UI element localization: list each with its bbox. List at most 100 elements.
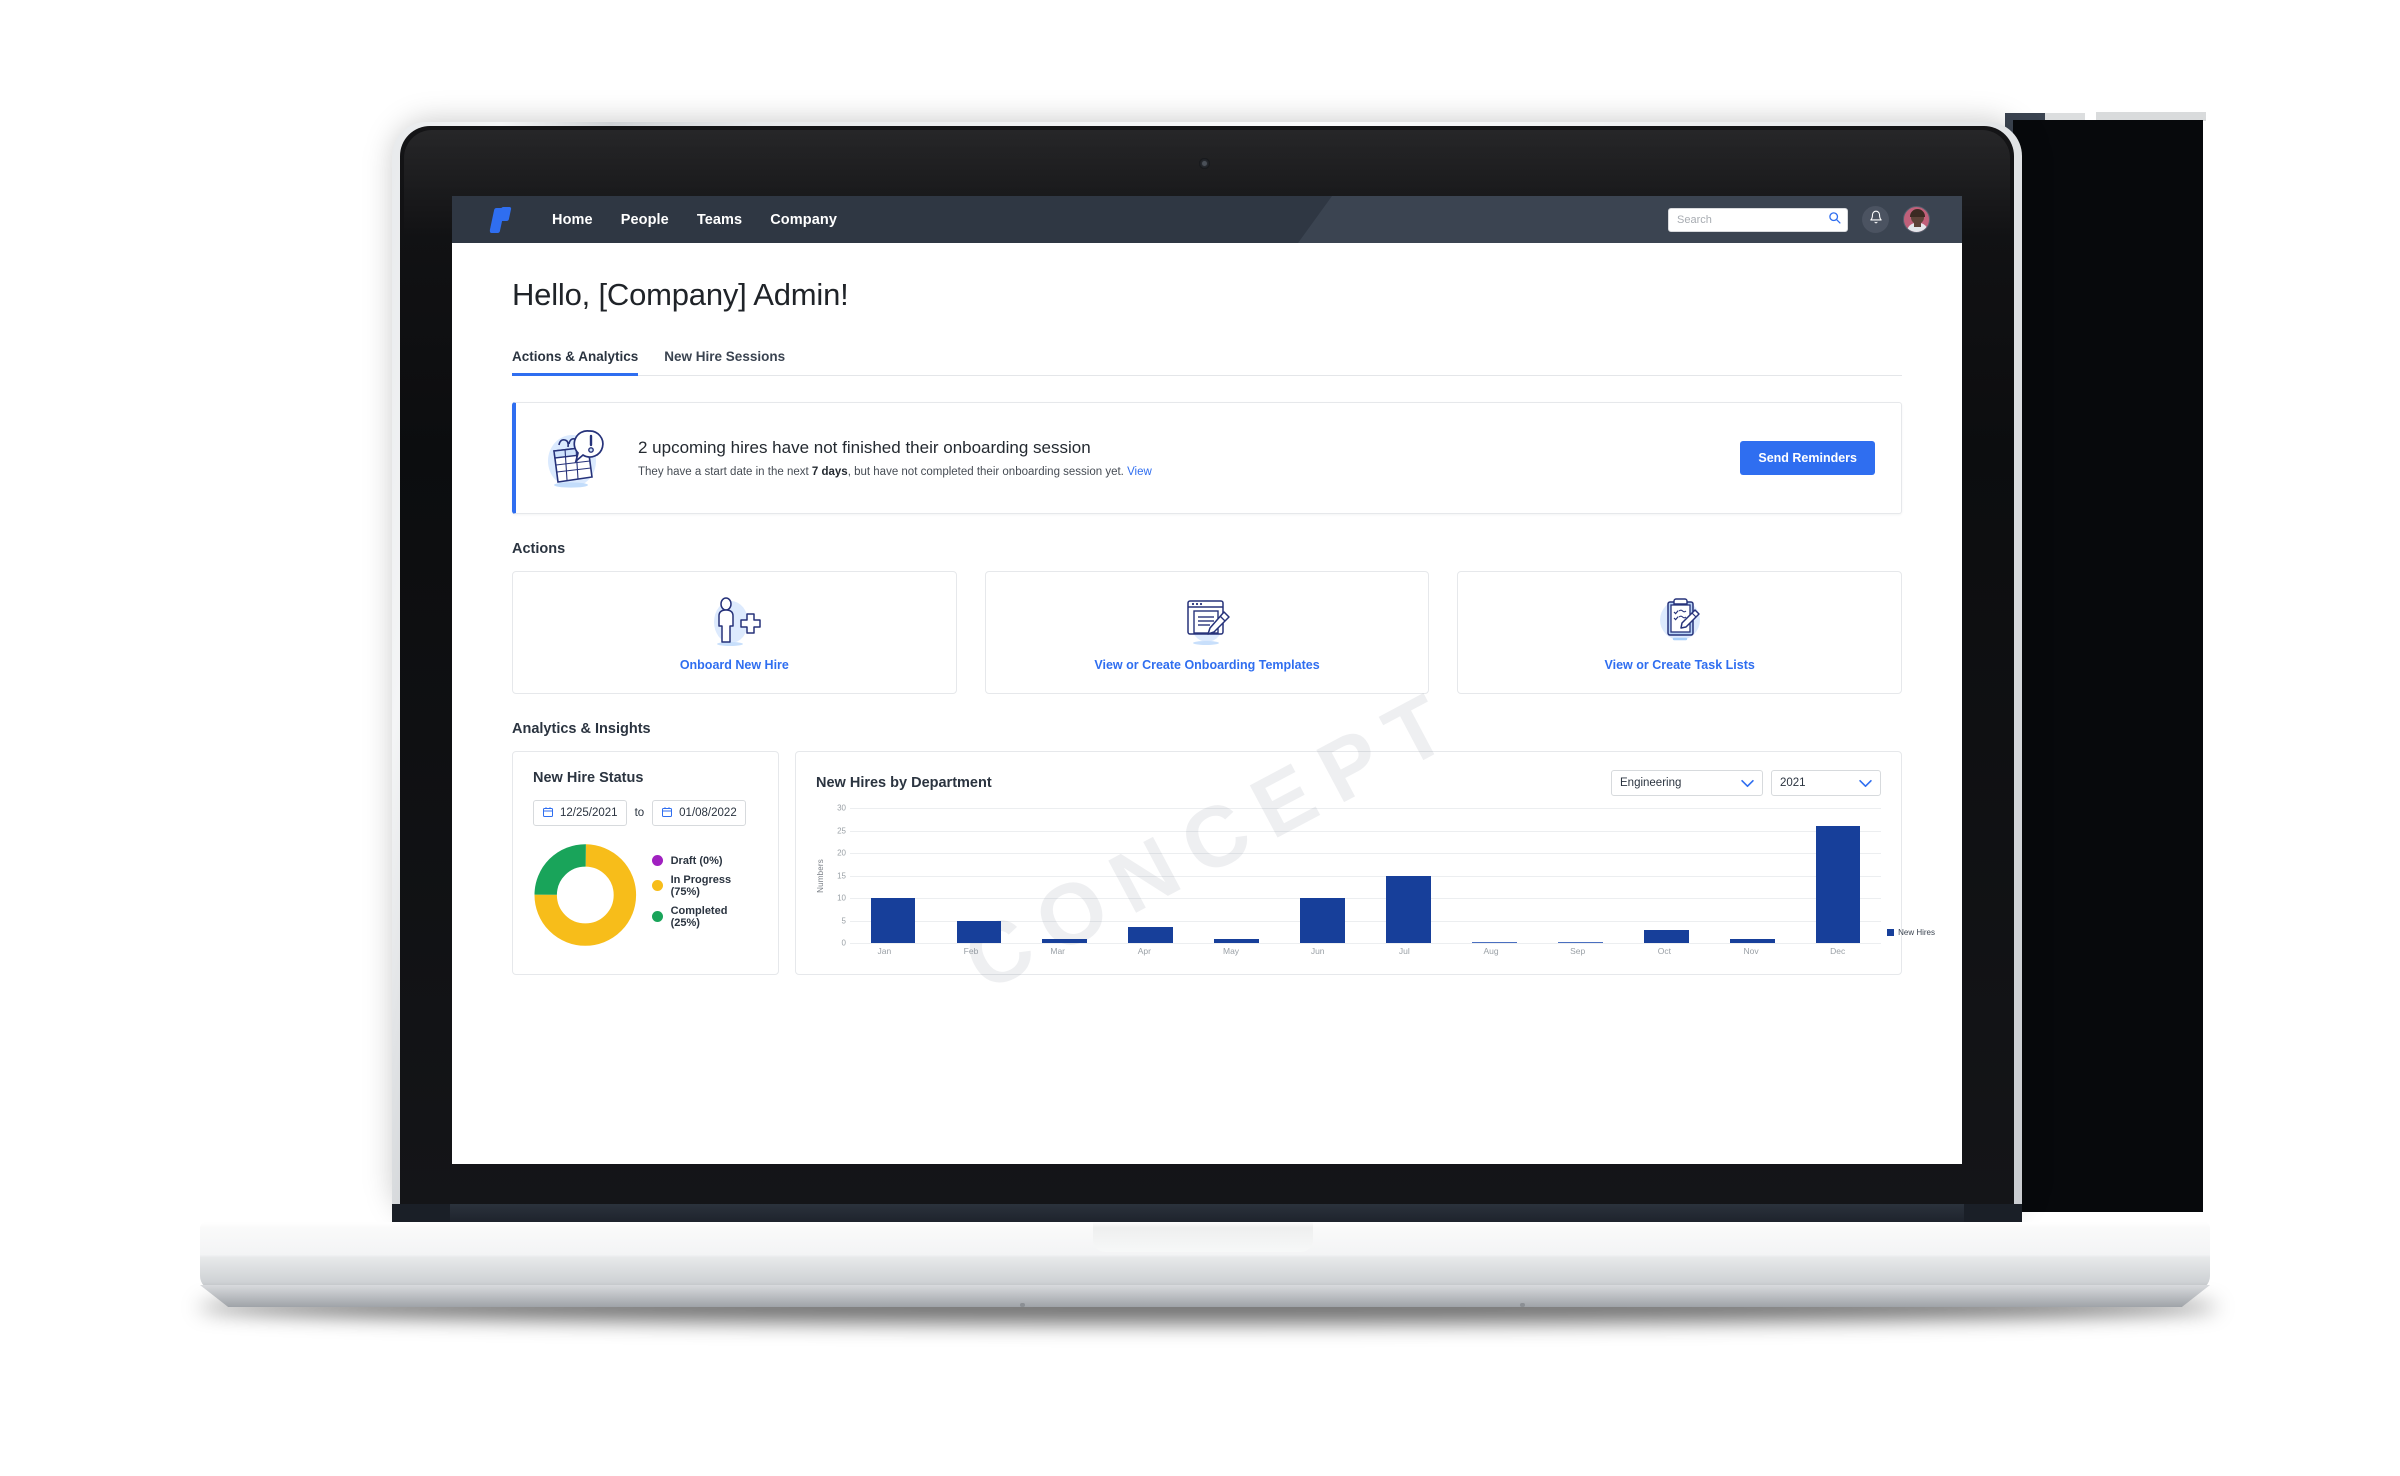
bar-slot (1194, 808, 1280, 943)
bell-icon (1869, 210, 1883, 229)
card-onboard-new-hire[interactable]: Onboard New Hire (512, 571, 957, 694)
card-label-task-lists: View or Create Task Lists (1604, 657, 1755, 672)
laptop-foot-left (1020, 1303, 1025, 1307)
banner-subtitle: They have a start date in the next 7 day… (638, 466, 1740, 478)
x-axis-label: Jun (1310, 946, 1325, 956)
bar-slot (1795, 808, 1881, 943)
bar-chart: Numbers 0 5 10 15 20 25 30 CONCEPT New Hires (816, 668, 1935, 1010)
gridline (850, 943, 1881, 944)
chevron-down-icon (1729, 779, 1754, 788)
chart-filters: Engineering 2021 (1611, 770, 1881, 796)
card-label-onboard-new-hire: Onboard New Hire (679, 657, 789, 672)
clipboard-pencil-illustration (1645, 594, 1715, 652)
date-to-field[interactable]: 01/08/2022 (652, 800, 746, 826)
x-axis-label: Apr (1137, 946, 1151, 956)
nav-link-teams[interactable]: Teams (683, 212, 756, 228)
banner-sub-after: , but have not completed their onboardin… (847, 466, 1128, 478)
tab-bar: Actions & Analytics New Hire Sessions (512, 349, 1902, 376)
bar (1386, 875, 1431, 943)
page-body: Hello, [Company] Admin! Actions & Analyt… (452, 243, 1962, 1010)
card-label-onboarding-templates: View or Create Onboarding Templates (1094, 657, 1320, 672)
legend-label-in-progress: In Progress (75%) (670, 873, 732, 898)
donut-chart-row: Draft (0%) In Progress (75%) Completed (… (533, 840, 758, 950)
x-axis-label: Feb (963, 946, 979, 956)
bar (1729, 938, 1775, 943)
nav-link-company[interactable]: Company (756, 212, 851, 228)
banner-view-link[interactable]: View (1127, 466, 1152, 478)
x-axis-label: Jul (1398, 946, 1410, 956)
legend-item-draft: Draft (0%) (651, 855, 758, 867)
nav-link-home[interactable]: Home (538, 212, 607, 228)
webcam-lens (1202, 161, 1207, 166)
date-from-value: 12/25/2021 (560, 807, 618, 819)
x-axis-label: Nov (1743, 946, 1759, 956)
legend-item-in-progress: In Progress (75%) (651, 873, 758, 898)
plot-area: CONCEPT New Hires (850, 668, 1935, 1010)
screenshot-stage: Home People Teams Company Search Hello, … (0, 0, 2400, 1476)
bar-slot (1537, 808, 1623, 943)
bar (1472, 941, 1517, 943)
tab-new-hire-sessions[interactable]: New Hire Sessions (664, 349, 785, 376)
x-axis-label: Sep (1570, 946, 1586, 956)
analytics-row: New Hire Status 12/25/2021 to 01/08/2022… (512, 668, 1935, 1010)
card-onboarding-templates[interactable]: View or Create Onboarding Templates (984, 571, 1430, 694)
y-axis-tick: 0 (841, 938, 846, 948)
date-from-field[interactable]: 12/25/2021 (533, 800, 627, 826)
banner-sub-before: They have a start date in the next (638, 466, 812, 478)
bar-slot (936, 808, 1022, 943)
laptop-base-highlight (200, 1222, 2210, 1228)
chart-header: New Hires by Department Engineering 2021 (816, 770, 1881, 796)
document-pencil-illustration (1172, 594, 1242, 652)
laptop-foot-right (1520, 1303, 1525, 1307)
notifications-button[interactable] (1862, 206, 1889, 233)
x-axis-label: May (1222, 946, 1240, 956)
panel-new-hire-status: New Hire Status 12/25/2021 to 01/08/2022… (512, 751, 779, 975)
legend-item-completed: Completed (25%) (651, 905, 758, 929)
bar (1214, 938, 1259, 943)
search-input[interactable] (1677, 213, 1828, 226)
card-task-lists[interactable]: View or Create Task Lists (1457, 571, 1903, 694)
calendar-icon (661, 806, 673, 821)
calendar-alert-illustration (540, 425, 622, 491)
year-select[interactable]: 2021 (1771, 770, 1881, 796)
bar (1128, 927, 1174, 943)
brand-logo-icon[interactable] (489, 206, 512, 233)
date-range-separator: to (634, 807, 645, 819)
laptop-base-edge (200, 1285, 2210, 1307)
year-select-value: 2021 (1780, 777, 1806, 789)
bar (956, 920, 1002, 943)
app-screen: Home People Teams Company Search Hello, … (452, 196, 1962, 1164)
onboarding-alert-banner: 2 upcoming hires have not finished their… (512, 402, 1902, 514)
tab-actions-analytics[interactable]: Actions & Analytics (512, 349, 639, 376)
legend-dot-draft (651, 855, 663, 866)
chart-legend: New Hires (1887, 928, 1935, 937)
black-overlay-panel (2013, 120, 2203, 1212)
y-axis-title: Numbers (816, 858, 825, 893)
nav-link-people[interactable]: People (607, 212, 683, 228)
x-axis-labels: Jan Feb Mar Apr May Jun Jul Aug Sep Oct Nov Dec (816, 946, 1881, 956)
search-icon[interactable] (1828, 211, 1841, 229)
department-select[interactable]: Engineering (1611, 770, 1763, 796)
x-axis-label: Mar (1050, 946, 1065, 956)
y-axis-tick: 25 (837, 826, 846, 835)
bar-slot (1623, 808, 1709, 943)
bar (1815, 826, 1861, 943)
date-to-value: 01/08/2022 (679, 807, 737, 819)
banner-sub-bold: 7 days (811, 466, 848, 478)
legend-dot-in-progress (651, 880, 663, 891)
avatar[interactable] (1903, 206, 1930, 233)
status-donut-chart (534, 844, 637, 946)
search-box[interactable] (1668, 207, 1848, 232)
person-plus-illustration (699, 594, 769, 652)
date-range-row: 12/25/2021 to 01/08/2022 (533, 800, 758, 826)
actions-heading: Actions (512, 541, 566, 557)
bar-series (850, 808, 1881, 943)
actions-card-row: Onboard New Hire View or Create Onboardi… (512, 571, 1903, 694)
y-axis-tick: 20 (837, 848, 846, 858)
panel-new-hires-by-department: New Hires by Department Engineering 2021… (795, 668, 1935, 1010)
send-reminders-button[interactable]: Send Reminders (1740, 441, 1875, 475)
bar-slot (1280, 808, 1366, 943)
chevron-down-icon (1847, 779, 1872, 788)
analytics-heading: Analytics & Insights (512, 721, 651, 737)
bar-slot (1709, 808, 1795, 943)
